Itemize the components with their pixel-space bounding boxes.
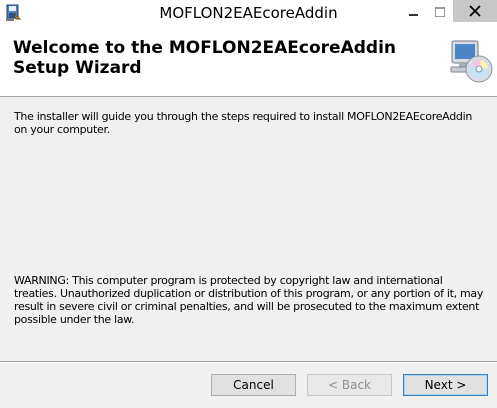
welcome-banner: Welcome to the MOFLON2EAEcoreAddin Setup… — [0, 26, 497, 97]
installer-window: MOFLON2EAEcoreAddin Welcome to the MOFLO… — [0, 0, 497, 408]
back-button[interactable]: < Back — [307, 374, 392, 396]
page-title: Welcome to the MOFLON2EAEcoreAddin Setup… — [13, 38, 397, 78]
cancel-button[interactable]: Cancel — [211, 374, 296, 396]
divider — [0, 361, 497, 363]
close-icon — [469, 5, 481, 17]
intro-text: The installer will guide you through the… — [14, 110, 473, 136]
minimize-icon[interactable] — [400, 0, 427, 22]
title-bar[interactable]: MOFLON2EAEcoreAddin — [0, 0, 497, 27]
computer-cd-icon — [443, 36, 493, 86]
next-button[interactable]: Next > — [403, 374, 488, 396]
copyright-warning: WARNING: This computer program is protec… — [14, 274, 484, 326]
close-button[interactable] — [453, 0, 497, 22]
maximize-icon — [427, 0, 453, 22]
